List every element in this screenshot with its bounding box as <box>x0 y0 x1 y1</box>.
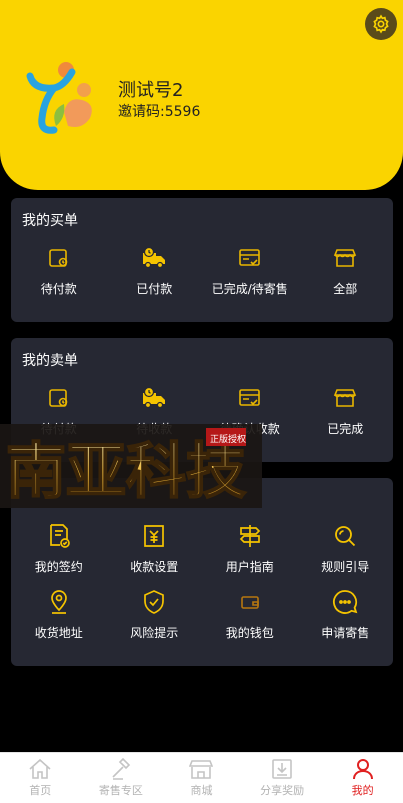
location-icon <box>45 588 73 616</box>
wallet-icon <box>45 244 73 272</box>
sell-orders-title: 我的卖单 <box>22 353 78 369</box>
nav-tab-consignment[interactable]: 寄售专区 <box>81 753 162 803</box>
share-icon <box>272 759 292 779</box>
home-icon <box>29 758 51 779</box>
buy-pending-payment[interactable]: 待付款 <box>11 244 107 297</box>
buy-orders-card: 我的买单 待付款 已付款 已完成/待寄售 全部 <box>11 198 393 322</box>
service-rules-guide[interactable]: 规则引导 <box>298 522 394 575</box>
card-icon <box>236 244 264 272</box>
buy-orders-title: 我的买单 <box>22 213 78 229</box>
service-my-wallet[interactable]: 我的钱包 <box>202 588 298 641</box>
sell-completed[interactable]: 已完成 <box>298 384 394 437</box>
service-user-guide[interactable]: 用户指南 <box>202 522 298 575</box>
service-my-contract-label: 我的签约 <box>34 560 83 574</box>
service-my-contract[interactable]: 我的签约 <box>11 522 107 575</box>
service-apply-consignment-label: 申请寄售 <box>321 626 370 640</box>
wallet-icon <box>236 588 264 616</box>
invite-code: 邀请码:5596 <box>118 104 201 120</box>
truck-icon <box>140 244 168 272</box>
bottom-nav: 首页 寄售专区 商城 分享奖励 我的 <box>0 752 403 803</box>
search-icon <box>331 522 359 550</box>
service-my-wallet-label: 我的钱包 <box>225 626 274 640</box>
store-icon <box>331 384 359 412</box>
nav-tab-shop[interactable]: 商城 <box>161 753 242 803</box>
service-payment-settings-label: 收款设置 <box>130 560 179 574</box>
nav-tab-mine[interactable]: 我的 <box>322 753 403 803</box>
hammer-icon <box>112 758 131 780</box>
buy-all[interactable]: 全部 <box>298 244 394 297</box>
nav-consignment-label: 寄售专区 <box>98 784 143 797</box>
nav-tab-share-rewards[interactable]: 分享奖励 <box>242 753 323 803</box>
service-risk-warning-label: 风险提示 <box>130 626 179 640</box>
contract-icon <box>45 522 73 550</box>
username: 测试号2 <box>118 80 184 101</box>
shop-icon <box>189 760 214 779</box>
nav-tab-home[interactable]: 首页 <box>0 753 81 803</box>
service-risk-warning[interactable]: 风险提示 <box>107 588 203 641</box>
payment-icon <box>140 522 168 550</box>
wallet-icon <box>45 384 73 412</box>
svg-text:正版授权: 正版授权 <box>210 433 246 445</box>
service-shipping-address-label: 收货地址 <box>34 626 83 640</box>
profile-header: 测试号2 邀请码:5596 <box>0 0 403 190</box>
service-apply-consignment[interactable]: 申请寄售 <box>298 588 394 641</box>
buy-paid-label: 已付款 <box>136 282 173 296</box>
truck-icon <box>140 384 168 412</box>
buy-completed[interactable]: 已完成/待寄售 <box>202 244 298 297</box>
buy-paid[interactable]: 已付款 <box>107 244 203 297</box>
card-icon <box>236 384 264 412</box>
service-payment-settings[interactable]: 收款设置 <box>107 522 203 575</box>
nav-home-label: 首页 <box>29 784 52 797</box>
app-logo <box>26 62 92 134</box>
service-user-guide-label: 用户指南 <box>225 560 274 574</box>
buy-pending-payment-label: 待付款 <box>40 282 77 296</box>
user-icon <box>352 759 373 780</box>
svg-text:南亚科技: 南亚科技 <box>6 437 246 507</box>
gear-icon <box>373 14 389 34</box>
chat-icon <box>331 588 359 616</box>
sell-completed-label: 已完成 <box>327 422 364 436</box>
shield-icon <box>140 588 168 616</box>
buy-completed-label: 已完成/待寄售 <box>211 282 288 296</box>
signpost-icon <box>236 522 264 550</box>
brand-watermark-logo: 南亚科技 正版授权 <box>0 424 262 508</box>
store-icon <box>331 244 359 272</box>
service-shipping-address[interactable]: 收货地址 <box>11 588 107 641</box>
service-rules-guide-label: 规则引导 <box>321 560 370 574</box>
nav-mine-label: 我的 <box>351 784 374 797</box>
nav-share-rewards-label: 分享奖励 <box>260 784 305 797</box>
settings-button[interactable] <box>365 8 397 40</box>
buy-all-label: 全部 <box>333 282 358 296</box>
nav-shop-label: 商城 <box>190 784 213 797</box>
